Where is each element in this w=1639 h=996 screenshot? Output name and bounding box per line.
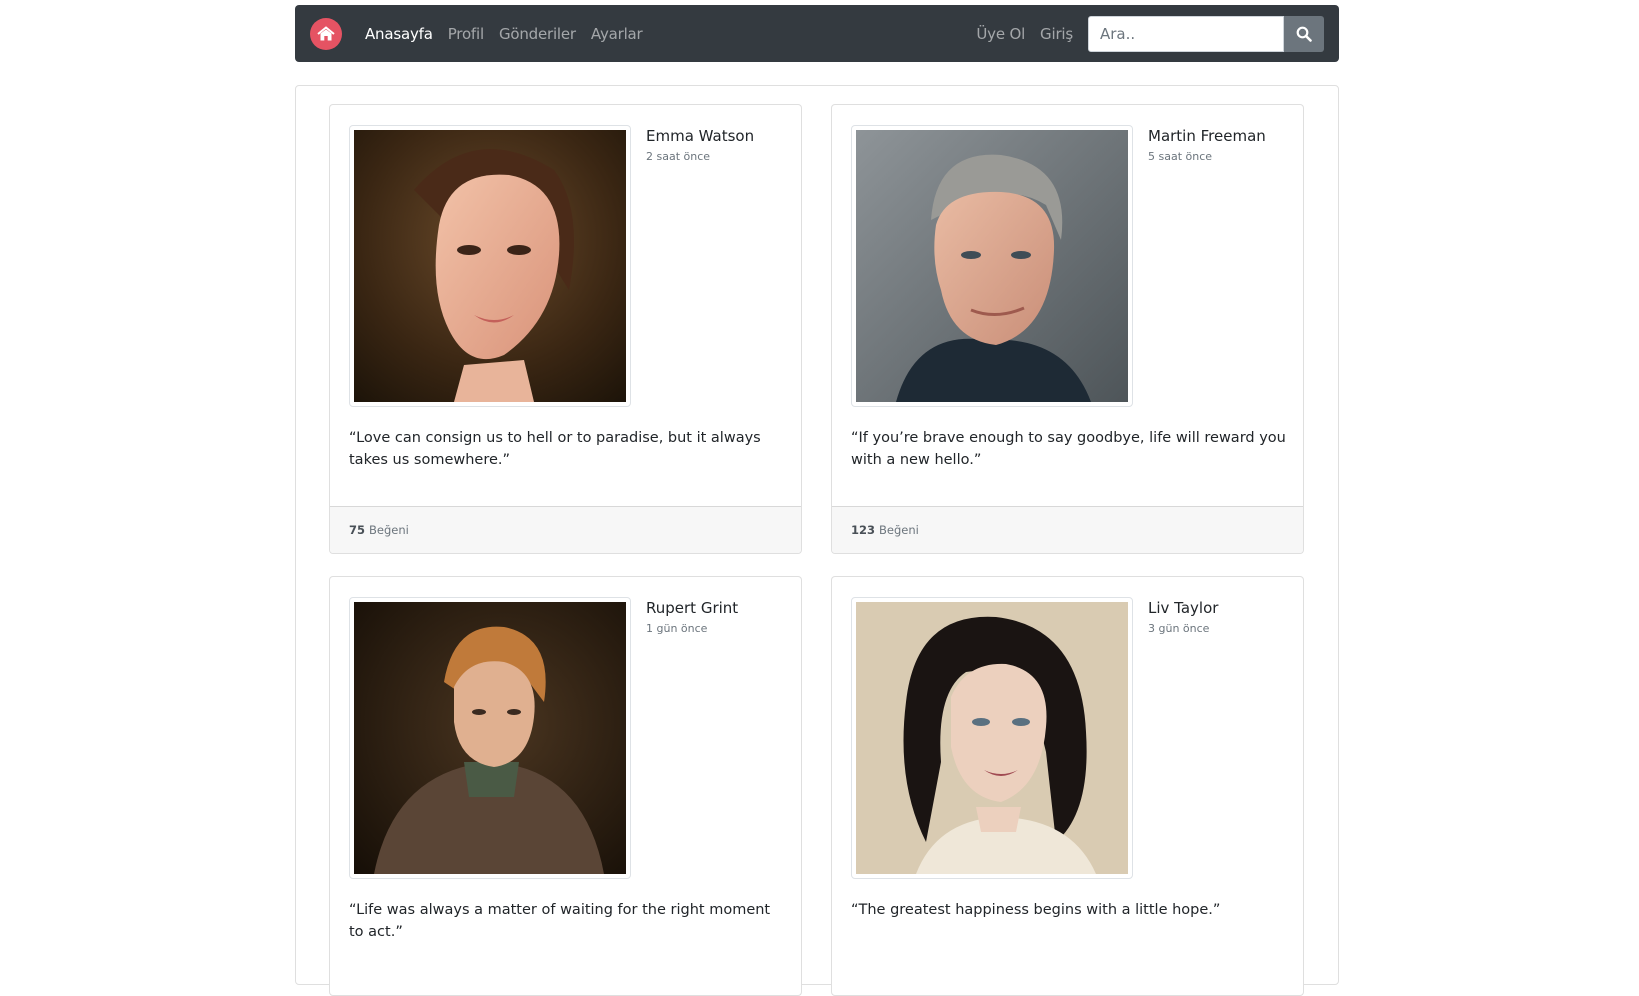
nav-link-posts[interactable]: Gönderiler: [499, 25, 576, 43]
post-time: 1 gün önce: [646, 622, 708, 635]
like-count: 75: [349, 523, 366, 537]
post-quote: “If you’re brave enough to say goodbye, …: [851, 430, 1286, 468]
author-photo[interactable]: [354, 130, 626, 402]
post-footer: 75 Beğeni: [330, 506, 801, 553]
post-quote: “Life was always a matter of waiting for…: [349, 902, 771, 940]
search-button[interactable]: [1284, 15, 1324, 52]
author-photo-frame: [349, 597, 631, 879]
post-author[interactable]: Martin Freeman: [1148, 127, 1266, 145]
author-photo-frame: [851, 125, 1133, 407]
post-time: 5 saat önce: [1148, 150, 1213, 163]
author-photo[interactable]: [856, 130, 1128, 402]
post-card: Emma Watson 2 saat önce “Love can consig…: [329, 104, 802, 554]
post-quote: “The greatest happiness begins with a li…: [851, 902, 1221, 918]
search-input[interactable]: [1088, 15, 1284, 52]
post-author[interactable]: Liv Taylor: [1148, 599, 1218, 617]
home-icon[interactable]: [310, 18, 342, 50]
post-footer: 123 Beğeni: [832, 506, 1303, 553]
nav-link-profile[interactable]: Profil: [448, 25, 484, 43]
post-card: Rupert Grint 1 gün önce “Life was always…: [329, 576, 802, 996]
author-photo-frame: [851, 597, 1133, 879]
author-photo[interactable]: [856, 602, 1128, 874]
post-quote: “Love can consign us to hell or to parad…: [349, 430, 761, 468]
top-navbar: Anasayfa Profil Gönderiler Ayarlar Üye O…: [295, 5, 1339, 62]
post-author[interactable]: Rupert Grint: [646, 599, 738, 617]
post-time: 2 saat önce: [646, 150, 711, 163]
post-time: 3 gün önce: [1148, 622, 1210, 635]
like-count: 123: [851, 523, 876, 537]
post-card: Martin Freeman 5 saat önce “If you’re br…: [831, 104, 1304, 554]
nav-link-home[interactable]: Anasayfa: [365, 25, 433, 43]
register-link[interactable]: Üye Ol: [976, 25, 1025, 43]
post-author[interactable]: Emma Watson: [646, 127, 754, 145]
like-label[interactable]: Beğeni: [879, 523, 919, 537]
login-link[interactable]: Giriş: [1040, 25, 1073, 43]
search-icon: [1296, 26, 1312, 42]
post-card: Liv Taylor 3 gün önce “The greatest happ…: [831, 576, 1304, 996]
nav-link-settings[interactable]: Ayarlar: [591, 25, 643, 43]
author-photo[interactable]: [354, 602, 626, 874]
like-label[interactable]: Beğeni: [369, 523, 409, 537]
author-photo-frame: [349, 125, 631, 407]
